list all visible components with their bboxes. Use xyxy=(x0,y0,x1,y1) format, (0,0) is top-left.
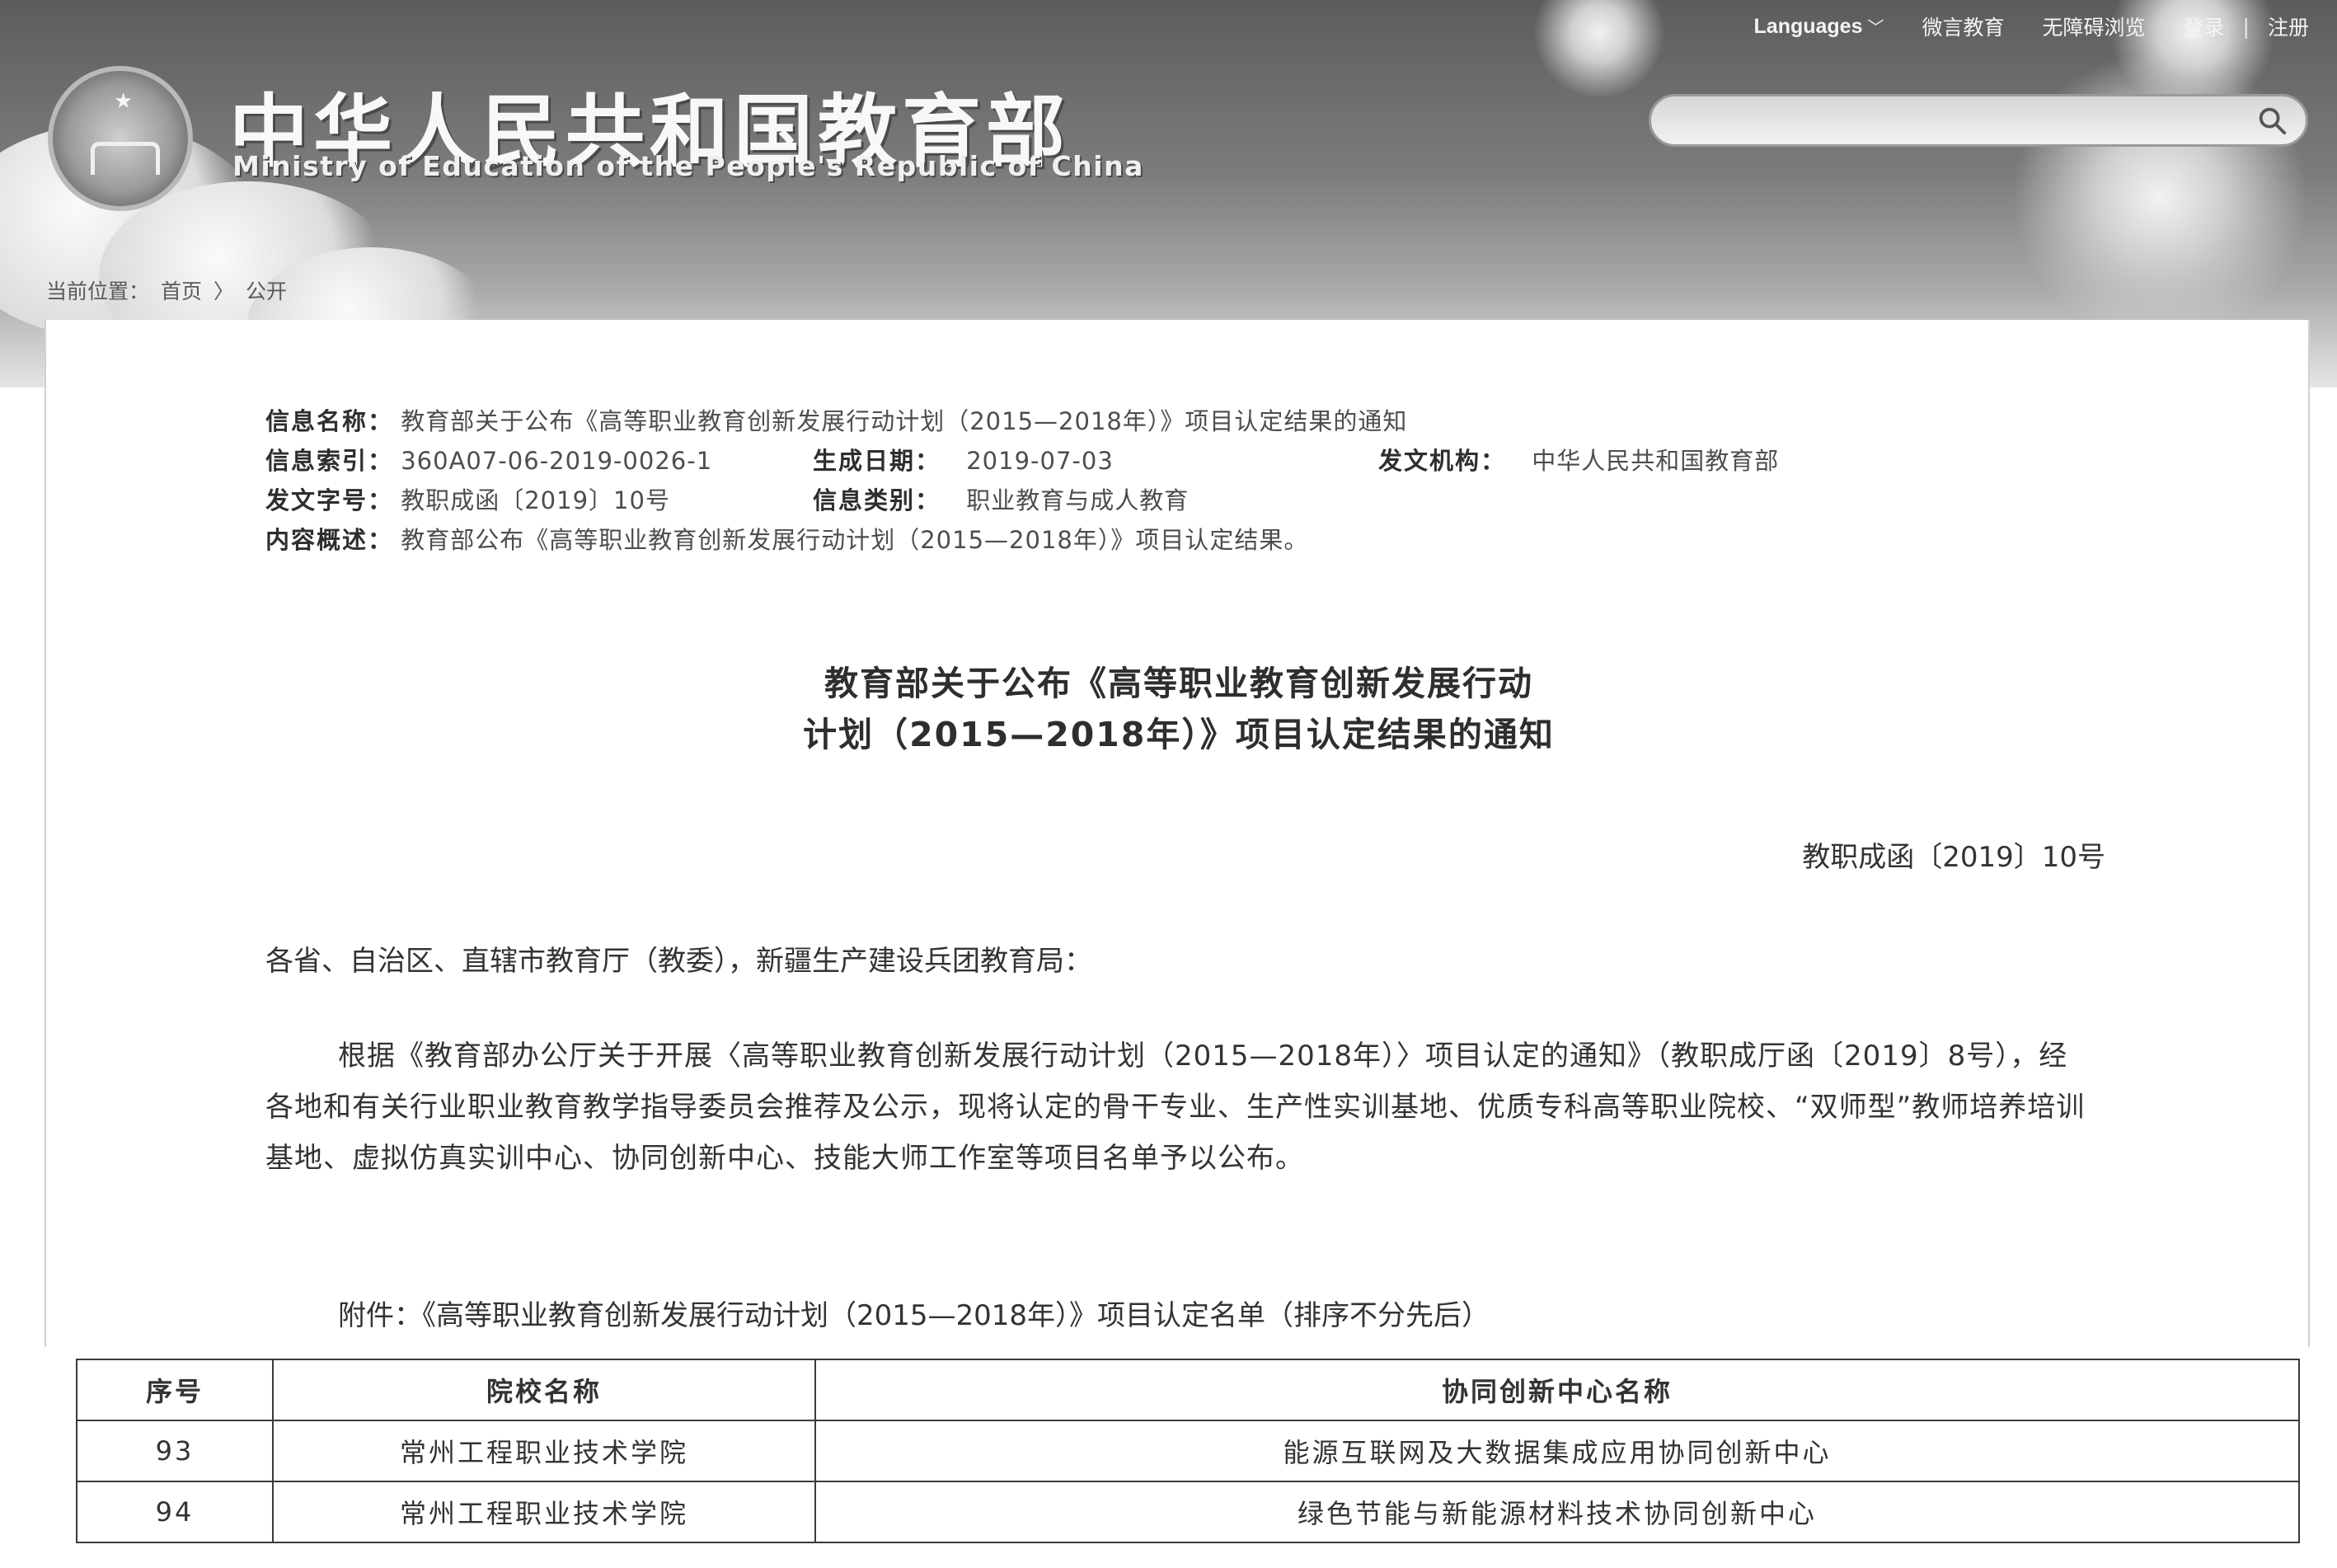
meta-row-index: 信息索引： 360A07-06-2019-0026-1 xyxy=(265,442,712,477)
table-cell: 94 xyxy=(76,1481,274,1543)
meta-value: 教育部公布《高等职业教育创新发展行动计划（2015—2018年）》项目认定结果。 xyxy=(401,526,1309,554)
meta-value: 教育部关于公布《高等职业教育创新发展行动计划（2015—2018年）》项目认定结… xyxy=(401,407,1408,435)
table-cell: 常州工程职业技术学院 xyxy=(272,1481,816,1543)
weiyan-link[interactable]: 微言教育 xyxy=(1922,12,2005,41)
dandelion-decoration xyxy=(1533,0,1665,99)
attachment-line[interactable]: 附件：《高等职业教育创新发展行动计划（2015—2018年）》项目认定名单（排序… xyxy=(338,1293,1490,1333)
meta-label: 信息名称： xyxy=(265,407,394,435)
national-emblem-logo[interactable]: ★ xyxy=(48,66,193,211)
document-number: 教职成函〔2019〕10号 xyxy=(1802,841,2105,874)
register-link[interactable]: 注册 xyxy=(2268,12,2309,41)
breadcrumb-separator: 〉 xyxy=(214,279,235,303)
meta-label: 内容概述： xyxy=(265,526,394,554)
accessible-browse-link[interactable]: 无障碍浏览 xyxy=(2043,12,2146,41)
meta-row-category: 信息类别： 职业教育与成人教育 xyxy=(813,481,1189,516)
document-title: 教育部关于公布《高等职业教育创新发展行动 计划（2015—2018年）》项目认定… xyxy=(46,658,2311,760)
addressee: 各省、自治区、直辖市教育厅（教委），新疆生产建设兵团教育局： xyxy=(265,945,1092,978)
meta-label: 发文机构： xyxy=(1378,447,1507,475)
body-paragraph: 根据《教育部办公厅关于开展〈高等职业教育创新发展行动计划（2015—2018年）… xyxy=(265,1040,2086,1175)
table-cell: 能源互联网及大数据集成应用协同创新中心 xyxy=(814,1420,2300,1482)
column-header: 序号 xyxy=(76,1359,274,1421)
table-header-row: 序号 院校名称 协同创新中心名称 xyxy=(76,1359,2300,1421)
meta-value: 360A07-06-2019-0026-1 xyxy=(401,447,713,475)
meta-value: 中华人民共和国教育部 xyxy=(1532,447,1780,475)
meta-row-date: 生成日期： 2019-07-03 xyxy=(813,442,1114,477)
table-row: 93 常州工程职业技术学院 能源互联网及大数据集成应用协同创新中心 xyxy=(76,1420,2300,1482)
meta-label: 生成日期： xyxy=(813,447,941,475)
title-line: 计划（2015—2018年）》项目认定结果的通知 xyxy=(803,715,1555,754)
table-cell: 常州工程职业技术学院 xyxy=(272,1420,816,1482)
gate-icon xyxy=(91,142,160,175)
meta-label: 发文字号： xyxy=(265,486,394,514)
meta-value: 2019-07-03 xyxy=(966,447,1114,475)
result-table: 序号 院校名称 协同创新中心名称 93 常州工程职业技术学院 能源互联网及大数据… xyxy=(76,1359,2300,1543)
breadcrumb: 当前位置： 首页〉公开 xyxy=(46,275,298,305)
meta-value: 教职成函〔2019〕10号 xyxy=(401,486,670,514)
column-header: 协同创新中心名称 xyxy=(814,1359,2300,1421)
meta-label: 信息类别： xyxy=(813,486,941,514)
content-panel: 信息名称： 教育部关于公布《高等职业教育创新发展行动计划（2015—2018年）… xyxy=(45,320,2310,1347)
search-icon[interactable] xyxy=(2256,105,2288,136)
meta-row-docno: 发文字号： 教职成函〔2019〕10号 xyxy=(265,481,670,516)
breadcrumb-label: 当前位置： xyxy=(46,279,150,303)
column-header: 院校名称 xyxy=(272,1359,816,1421)
title-line: 教育部关于公布《高等职业教育创新发展行动 xyxy=(824,664,1533,703)
meta-row-issuer: 发文机构： 中华人民共和国教育部 xyxy=(1378,442,1779,477)
star-icon: ★ xyxy=(114,89,134,114)
table-row: 94 常州工程职业技术学院 绿色节能与新能源材料技术协同创新中心 xyxy=(76,1481,2300,1543)
top-navigation: Languages ﹀ 微言教育 无障碍浏览 登录 | 注册 xyxy=(1754,12,2309,41)
languages-label: Languages xyxy=(1753,15,1863,38)
login-link[interactable]: 登录 xyxy=(2184,12,2225,41)
breadcrumb-home-link[interactable]: 首页 xyxy=(161,279,202,303)
breadcrumb-current[interactable]: 公开 xyxy=(246,279,287,303)
chevron-down-icon: ﹀ xyxy=(1867,17,1884,37)
meta-value: 职业教育与成人教育 xyxy=(966,486,1190,514)
table-cell: 绿色节能与新能源材料技术协同创新中心 xyxy=(814,1481,2300,1543)
languages-menu[interactable]: Languages ﹀ xyxy=(1754,14,1884,39)
search-input[interactable] xyxy=(1649,94,2308,147)
meta-label: 信息索引： xyxy=(265,447,394,475)
meta-row-name: 信息名称： 教育部关于公布《高等职业教育创新发展行动计划（2015—2018年）… xyxy=(265,402,1407,437)
site-subtitle: Ministry of Education of the People's Re… xyxy=(232,150,1144,182)
table-cell: 93 xyxy=(76,1420,274,1482)
meta-row-summary: 内容概述： 教育部公布《高等职业教育创新发展行动计划（2015—2018年）》项… xyxy=(265,521,1308,556)
nav-divider: | xyxy=(2242,14,2250,39)
